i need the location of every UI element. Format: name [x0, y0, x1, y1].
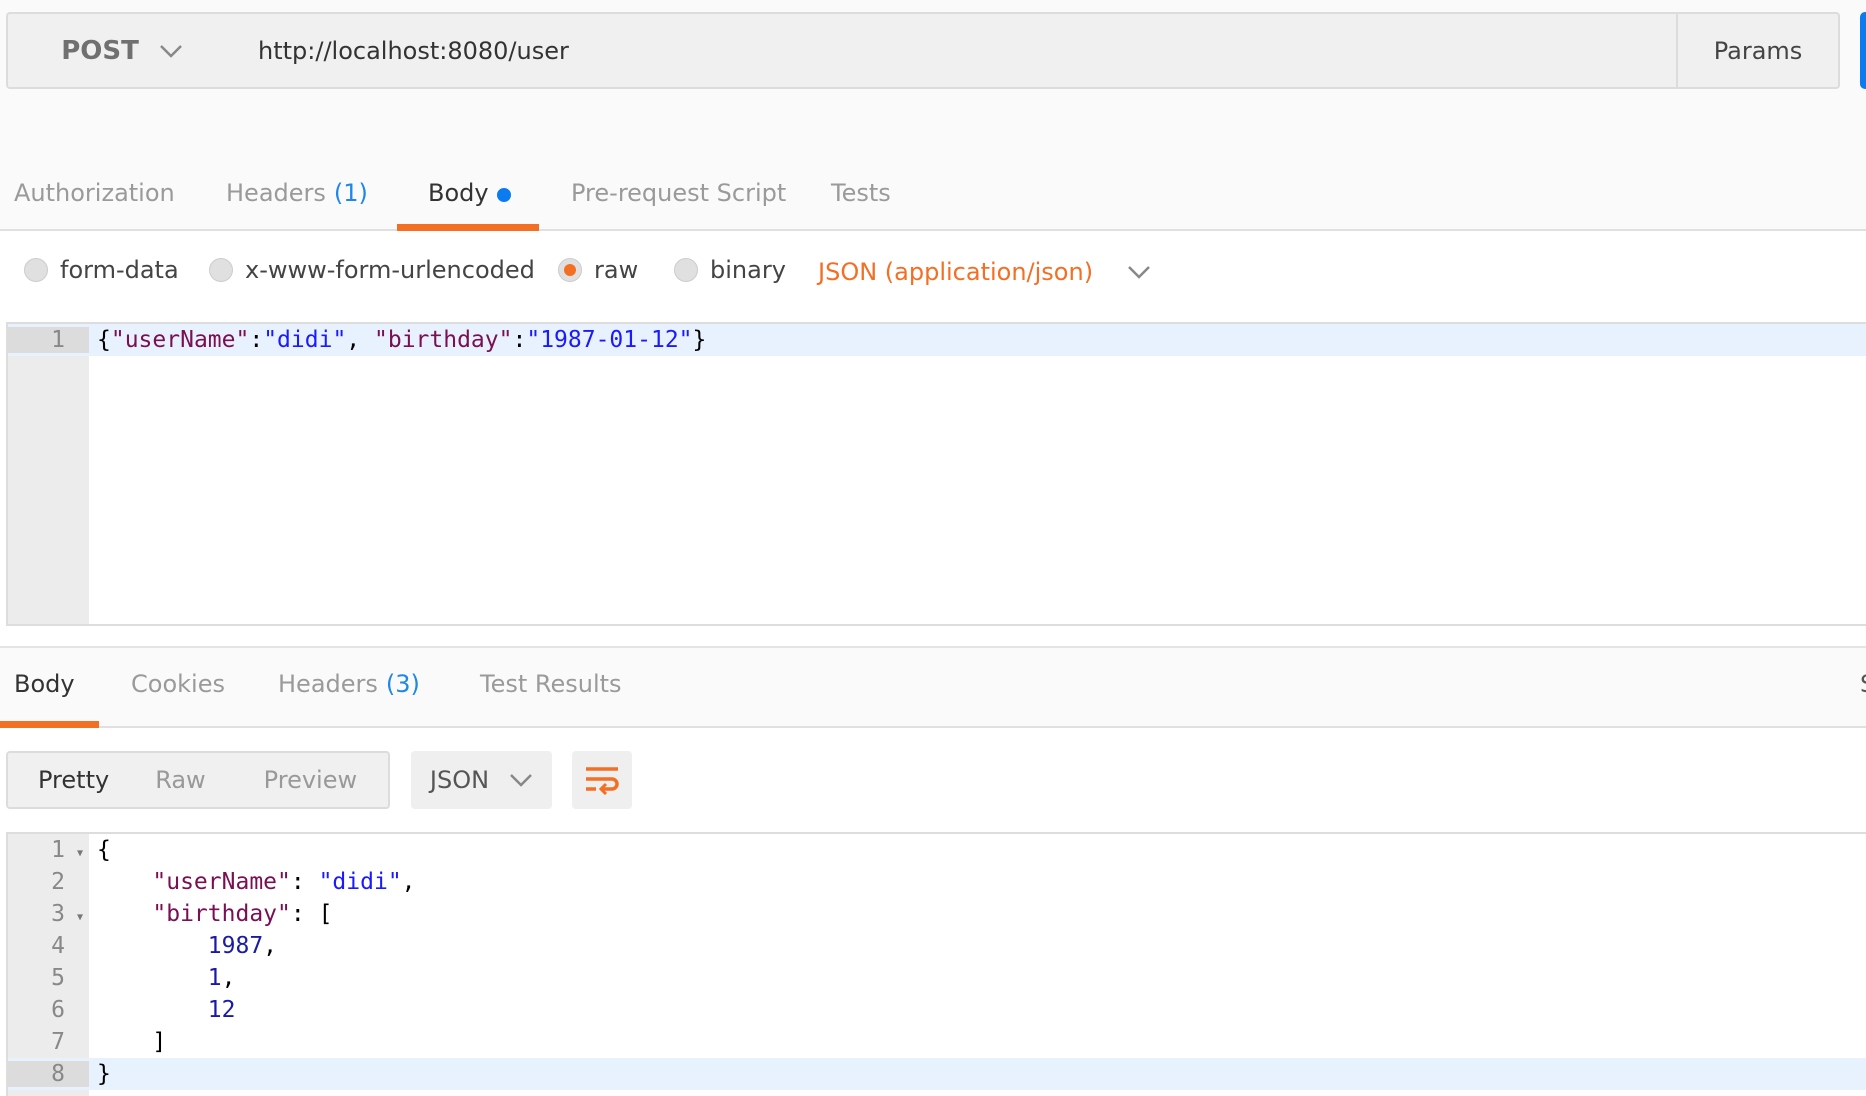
- active-tab-indicator: [397, 224, 539, 231]
- line-gutter: [8, 324, 89, 624]
- code-line: 8}: [8, 1058, 1866, 1090]
- headers-count: (3): [385, 670, 420, 698]
- code-line: 1 ▼{: [8, 834, 1866, 866]
- radio-icon: [209, 258, 233, 282]
- language-label: JSON: [429, 766, 490, 794]
- radio-label: binary: [710, 256, 786, 284]
- response-body-viewer[interactable]: 1 ▼{2 "userName": "didi", 3 ▼ "birthday": […: [6, 832, 1866, 1096]
- tab-label: Headers: [278, 670, 378, 698]
- radio-form-data[interactable]: form-data: [24, 256, 179, 284]
- chevron-down-icon: [1128, 266, 1150, 279]
- tab-authorization[interactable]: Authorization: [14, 179, 175, 229]
- tab-label: Pre-request Script: [571, 179, 787, 207]
- chevron-down-icon: [159, 44, 182, 58]
- tab-label: Headers: [226, 179, 326, 207]
- radio-label: x-www-form-urlencoded: [245, 256, 535, 284]
- tab-response-headers[interactable]: Headers (3): [278, 670, 420, 720]
- url-input[interactable]: http://localhost:8080/user: [236, 12, 1678, 89]
- content-type-select[interactable]: JSON (application/json): [818, 258, 1151, 286]
- view-pretty-button[interactable]: Pretty: [8, 766, 109, 794]
- headers-count: (1): [333, 179, 368, 207]
- tab-headers[interactable]: Headers (1): [226, 179, 368, 229]
- line-number: 1: [8, 327, 89, 353]
- code-line: 5 1,: [8, 962, 1866, 994]
- wrap-lines-button[interactable]: [572, 751, 632, 809]
- code-line: 2 "userName": "didi",: [8, 866, 1866, 898]
- radio-label: raw: [594, 256, 639, 284]
- tab-test-results[interactable]: Test Results: [480, 670, 622, 720]
- radio-label: form-data: [60, 256, 179, 284]
- radio-selected-icon: [558, 258, 582, 282]
- modified-dot-icon: [496, 188, 511, 202]
- tab-response-body[interactable]: Body: [14, 670, 75, 720]
- radio-icon: [24, 258, 48, 282]
- line-number: 7: [51, 1029, 65, 1055]
- response-tabs: Body Cookies Headers(3) Test Results S: [0, 648, 1866, 728]
- line-number: 8: [8, 1061, 89, 1087]
- tab-label: Test Results: [480, 670, 622, 698]
- wrap-lines-icon: [586, 767, 619, 795]
- code-line: 1 {"userName":"didi", "birthday":"1987-0…: [8, 324, 1866, 356]
- tab-label: Body: [428, 179, 489, 207]
- method-label: POST: [61, 35, 139, 66]
- chevron-down-icon: [510, 774, 532, 787]
- response-status-truncated: S: [1860, 670, 1866, 720]
- tab-label: Body: [14, 670, 75, 698]
- code-line: 6 12: [8, 994, 1866, 1026]
- radio-binary[interactable]: binary: [674, 256, 786, 284]
- tab-label: Tests: [831, 179, 891, 207]
- radio-raw[interactable]: raw: [558, 256, 638, 284]
- line-number: 6: [51, 997, 65, 1023]
- radio-icon: [674, 258, 698, 282]
- response-language-select[interactable]: JSON: [411, 751, 552, 809]
- method-select[interactable]: POST: [6, 12, 238, 89]
- view-preview-button[interactable]: Preview: [206, 766, 357, 794]
- radio-x-www-form-urlencoded[interactable]: x-www-form-urlencoded: [209, 256, 535, 284]
- tab-cookies[interactable]: Cookies: [131, 670, 225, 720]
- tab-pre-request-script[interactable]: Pre-request Script: [571, 179, 786, 229]
- tab-label: Authorization: [14, 179, 175, 207]
- line-number: 5: [51, 965, 65, 991]
- tab-label: Cookies: [131, 670, 225, 698]
- tab-body[interactable]: Body: [428, 179, 511, 229]
- line-number: 2: [51, 869, 65, 895]
- url-value: http://localhost:8080/user: [258, 36, 569, 65]
- tab-tests[interactable]: Tests: [831, 179, 891, 229]
- params-button[interactable]: Params: [1676, 12, 1840, 89]
- code-line: 3 ▼ "birthday": [: [8, 898, 1866, 930]
- code-line: 4 1987,: [8, 930, 1866, 962]
- line-number: 1 ▼: [51, 837, 83, 863]
- active-tab-indicator: [0, 721, 99, 728]
- code-line: 7 ]: [8, 1026, 1866, 1058]
- send-button[interactable]: [1860, 12, 1866, 89]
- fold-toggle-icon[interactable]: ▼: [77, 848, 83, 859]
- request-tabs: Authorization Headers (1) Body Pre-reques…: [0, 111, 1866, 231]
- view-raw-button[interactable]: Raw: [109, 766, 205, 794]
- line-number: 3 ▼: [51, 901, 83, 927]
- fold-toggle-icon[interactable]: ▼: [77, 912, 83, 923]
- view-mode-group: Pretty Raw Preview: [6, 751, 390, 809]
- content-type-label: JSON (application/json): [818, 258, 1094, 286]
- line-number: 4: [51, 933, 65, 959]
- request-body-editor[interactable]: 1 {"userName":"didi", "birthday":"1987-0…: [6, 322, 1866, 626]
